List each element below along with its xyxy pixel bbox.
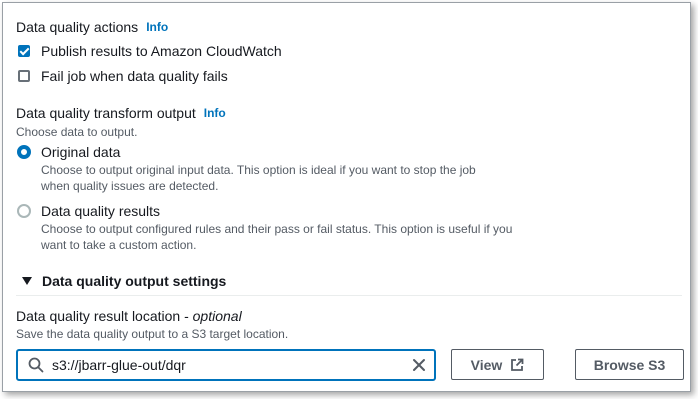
- view-button-label: View: [470, 356, 503, 373]
- radio-dq-results-desc-line1: Choose to output configured rules and th…: [41, 222, 513, 236]
- panel-content: Data quality actions Info Publish result…: [16, 3, 690, 391]
- result-location-label-row: Data quality result location - optional: [16, 308, 242, 324]
- expander-divider: [16, 295, 682, 296]
- fail-checkbox[interactable]: [18, 70, 30, 82]
- transform-output-description: Choose data to output.: [16, 125, 138, 139]
- result-location-label: Data quality result location -: [16, 308, 193, 324]
- view-button[interactable]: View: [451, 349, 544, 380]
- radio-original-data-title: Original data: [41, 144, 121, 160]
- radio-original-data-desc-line1: Choose to output original input data. Th…: [41, 163, 476, 177]
- browse-s3-button[interactable]: Browse S3: [575, 349, 684, 380]
- output-settings-expander[interactable]: Data quality output settings: [22, 273, 226, 289]
- browse-s3-button-label: Browse S3: [593, 356, 666, 373]
- radio-original-data-row[interactable]: Original data: [17, 144, 120, 160]
- radio-original-data-desc-line2: when quality issues are detected.: [41, 179, 219, 193]
- result-location-optional: optional: [192, 308, 242, 324]
- search-icon: [28, 357, 44, 373]
- result-location-input-box[interactable]: [16, 349, 436, 381]
- transform-output-info-link[interactable]: Info: [204, 106, 226, 120]
- publish-checkbox-row[interactable]: Publish results to Amazon CloudWatch: [18, 43, 282, 59]
- transform-output-heading: Data quality transform output: [16, 105, 196, 121]
- fail-checkbox-row[interactable]: Fail job when data quality fails: [18, 68, 228, 84]
- clear-icon[interactable]: [412, 358, 426, 372]
- data-quality-panel: Data quality actions Info Publish result…: [2, 2, 691, 392]
- radio-dq-results-row[interactable]: Data quality results: [17, 203, 160, 219]
- result-location-description: Save the data quality output to a S3 tar…: [16, 327, 289, 341]
- actions-heading: Data quality actions: [16, 19, 139, 35]
- radio-dq-results-description: Choose to output configured rules and th…: [41, 221, 512, 253]
- result-location-input[interactable]: [52, 357, 412, 373]
- caret-down-icon: [22, 277, 32, 285]
- radio-dq-results-desc-line2: want to take a custom action.: [41, 238, 197, 252]
- publish-checkbox-label: Publish results to Amazon CloudWatch: [41, 43, 282, 59]
- radio-original-data[interactable]: [17, 145, 31, 159]
- actions-info-link[interactable]: Info: [146, 20, 168, 34]
- actions-header: Data quality actions Info: [16, 19, 168, 35]
- external-link-icon: [511, 358, 524, 371]
- radio-dq-results-title: Data quality results: [41, 203, 161, 219]
- radio-dq-results[interactable]: [17, 204, 31, 218]
- radio-original-data-description: Choose to output original input data. Th…: [41, 162, 476, 194]
- output-settings-expander-label: Data quality output settings: [42, 273, 227, 289]
- publish-checkbox[interactable]: [18, 45, 30, 57]
- fail-checkbox-label: Fail job when data quality fails: [41, 68, 228, 84]
- transform-output-header: Data quality transform output Info: [16, 105, 226, 121]
